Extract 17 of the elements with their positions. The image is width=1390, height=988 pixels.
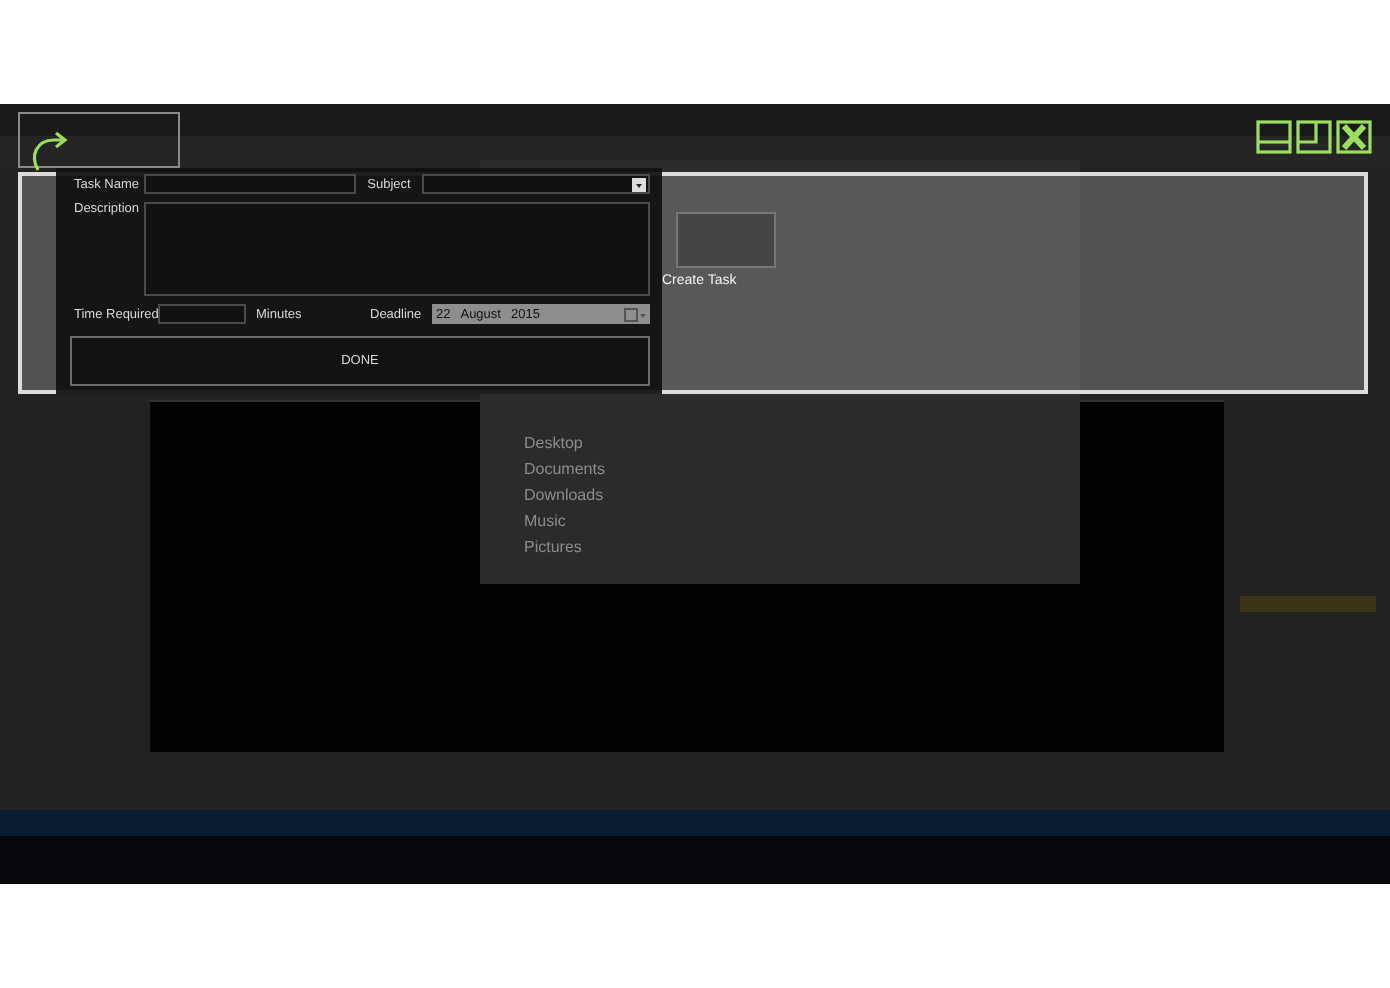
minimize-icon[interactable] [1256,120,1292,154]
subject-dropdown[interactable] [422,174,650,194]
folder-item[interactable]: Documents [508,458,648,480]
folder-item[interactable]: Music [508,510,648,532]
folder-item[interactable]: Pictures [508,536,648,558]
folder-item[interactable]: Desktop [508,432,648,454]
folder-item[interactable]: Downloads [508,484,648,506]
side-panel [1240,596,1376,612]
calendar-icon [624,307,648,321]
redo-button[interactable] [18,112,180,168]
restore-icon[interactable] [1296,120,1332,154]
dropdown-icon [632,177,646,191]
time-field[interactable] [158,304,246,324]
description-field[interactable] [144,202,650,296]
task-name-field[interactable] [143,174,356,194]
close-icon[interactable] [1336,120,1372,154]
file-thumbnail[interactable] [676,212,776,268]
